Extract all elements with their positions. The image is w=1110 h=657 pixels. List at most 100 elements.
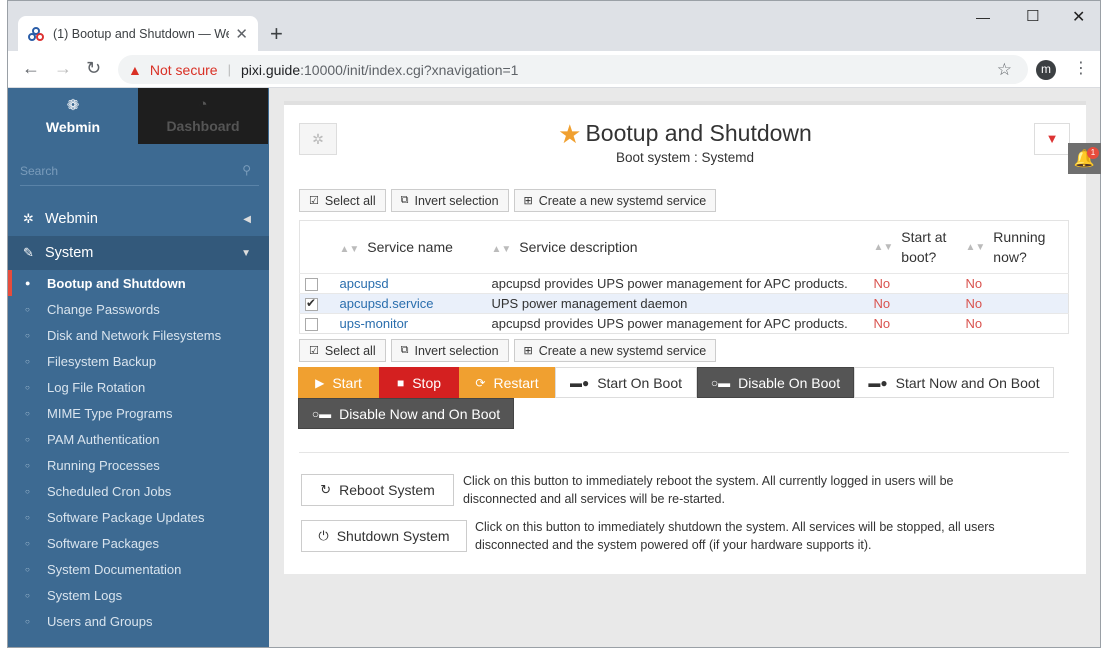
sidebar-item-scheduled-cron-jobs[interactable]: ○ Scheduled Cron Jobs (8, 478, 269, 504)
sidebar-item-software-packages[interactable]: ○ Software Packages (8, 530, 269, 556)
create-service-button[interactable]: ⊞ Create a new systemd service (513, 189, 717, 212)
sidebar-tab-webmin[interactable]: ❁ Webmin (8, 88, 138, 144)
bullet-icon: ○ (25, 356, 30, 366)
sidebar-item-label: Filesystem Backup (47, 353, 157, 369)
bullet-icon: ○ (25, 408, 30, 418)
url-host: pixi.guide (240, 61, 301, 78)
back-icon[interactable]: ← (22, 58, 40, 79)
sort-icon: ▲▼ (339, 244, 360, 255)
sidebar-item-users-and-groups[interactable]: ○ Users and Groups (8, 608, 269, 634)
forward-icon[interactable]: → (54, 58, 72, 79)
plus-square-icon: ⊞ (523, 195, 533, 207)
sidebar-item-system-logs[interactable]: ○ System Logs (8, 582, 269, 608)
start-now-and-on-boot-button[interactable]: ▬● Start Now and On Boot (854, 367, 1054, 398)
filter-button[interactable]: ▼ (1034, 123, 1070, 155)
create-service-button[interactable]: ⊞ Create a new systemd service (513, 339, 717, 362)
select-all-button[interactable]: ☑ Select all (299, 339, 386, 362)
sidebar-item-label: Change Passwords (47, 301, 160, 317)
minimize-icon[interactable]: — (976, 9, 990, 25)
tab-close-icon[interactable]: ✕ (235, 25, 248, 43)
running-now-cell: No (965, 273, 1069, 294)
sidebar-category-webmin[interactable]: ✲ Webmin ◀ (8, 202, 269, 236)
invert-selection-button[interactable]: ⧉ Invert selection (390, 339, 509, 362)
bullet-icon: ○ (25, 434, 30, 444)
bullet-icon: ○ (25, 512, 30, 522)
sidebar-item-label: PAM Authentication (47, 431, 160, 447)
header-running-now[interactable]: ▲▼ Running now? (966, 221, 1069, 274)
main-content: ✲ ★ Bootup and Shutdown Boot system : Sys… (269, 88, 1100, 647)
divider (299, 452, 1069, 453)
row-checkbox[interactable] (305, 318, 318, 332)
bullet-icon: ○ (25, 590, 30, 600)
header-service-description[interactable]: ▲▼ Service description (492, 221, 874, 274)
sidebar-item-pam-authentication[interactable]: ○ PAM Authentication (8, 426, 269, 452)
sidebar-item-change-passwords[interactable]: ○ Change Passwords (8, 296, 269, 322)
sidebar-item-disk-and-network-filesystems[interactable]: ○ Disk and Network Filesystems (8, 322, 269, 348)
search-icon[interactable]: ⚲ (242, 163, 251, 177)
sidebar-item-running-processes[interactable]: ○ Running Processes (8, 452, 269, 478)
stop-button[interactable]: ■ Stop (379, 367, 459, 398)
sidebar-item-log-file-rotation[interactable]: ○ Log File Rotation (8, 374, 269, 400)
notifications-button[interactable]: 🔔 1 (1068, 143, 1101, 174)
maximize-icon[interactable]: ☐ (1026, 7, 1039, 25)
new-tab-icon[interactable]: + (270, 21, 283, 47)
sidebar-item-mime-type-programs[interactable]: ○ MIME Type Programs (8, 400, 269, 426)
sidebar-item-label: Log File Rotation (47, 379, 146, 395)
service-description-cell: UPS power management daemon (491, 293, 874, 314)
table-header-row: ▲▼ Service name ▲▼ Service description ▲▼ S… (300, 221, 1069, 274)
sidebar-item-filesystem-backup[interactable]: ○ Filesystem Backup (8, 348, 269, 374)
sidebar-item-software-package-updates[interactable]: ○ Software Package Updates (8, 504, 269, 530)
sidebar-search-input[interactable] (20, 160, 220, 178)
sidebar-item-label: Bootup and Shutdown (47, 275, 186, 291)
sidebar-item-label: Disk and Network Filesystems (47, 327, 222, 343)
tab-title: (1) Bootup and Shutdown — Webmin (53, 26, 229, 41)
disable-now-and-on-boot-button[interactable]: ○▬ Disable Now and On Boot (298, 398, 514, 429)
profile-avatar[interactable]: m (1036, 60, 1056, 80)
disable-on-boot-button[interactable]: ○▬ Disable On Boot (697, 367, 854, 398)
row-checkbox[interactable] (305, 278, 318, 292)
service-name-link[interactable]: apcupsd (340, 276, 389, 291)
sidebar-item-label: MIME Type Programs (47, 405, 173, 421)
restart-button[interactable]: ⟳ Restart (459, 367, 555, 398)
start-now-and-on-boot-label: Start Now and On Boot (895, 374, 1040, 391)
window-close-icon[interactable]: ✕ (1072, 7, 1085, 27)
sidebar-item-system-documentation[interactable]: ○ System Documentation (8, 556, 269, 582)
browser-window: (1) Bootup and Shutdown — Webmin ✕ + — ☐… (7, 0, 1101, 648)
header-start-at-boot[interactable]: ▲▼ Start at boot? (874, 221, 966, 274)
bookmark-star-icon[interactable]: ☆ (997, 60, 1012, 80)
reload-icon[interactable]: ↻ (86, 58, 101, 79)
sidebar-tab-dashboard[interactable]: ◔ Dashboard (138, 88, 268, 144)
sidebar-category-system[interactable]: ✎ System ▼ (8, 236, 269, 270)
favorite-star-icon[interactable]: ★ (558, 119, 581, 149)
start-button[interactable]: ▶ Start (298, 367, 379, 398)
browser-tab[interactable]: (1) Bootup and Shutdown — Webmin ✕ (18, 16, 258, 51)
start-on-boot-button[interactable]: ▬● Start On Boot (555, 367, 697, 398)
header-service-name[interactable]: ▲▼ Service name (340, 221, 492, 274)
sidebar-item-bootup-and-shutdown[interactable]: ● Bootup and Shutdown (8, 270, 269, 296)
invert-selection-button[interactable]: ⧉ Invert selection (390, 189, 509, 212)
sidebar-item-label: System Documentation (47, 561, 182, 577)
service-name-link[interactable]: ups-monitor (340, 316, 409, 331)
select-all-button[interactable]: ☑ Select all (299, 189, 386, 212)
shutdown-system-button[interactable]: ⏻ Shutdown System (301, 520, 467, 552)
header-label: Service description (519, 239, 638, 255)
service-name-link[interactable]: apcupsd.service (340, 296, 434, 311)
table-row[interactable]: apcupsd.service UPS power management dae… (299, 293, 1069, 314)
bullet-icon: ○ (25, 382, 30, 392)
sidebar: ❁ Webmin ◔ Dashboard ⚲ ✲ Webmin ◀ ✎ Syst… (8, 88, 269, 647)
running-now-cell: No (965, 313, 1069, 334)
invert-selection-label: Invert selection (414, 343, 499, 358)
row-checkbox[interactable] (305, 296, 318, 312)
header-label: Start at boot? (901, 229, 947, 265)
select-all-label: Select all (324, 343, 376, 358)
table-row[interactable]: apcupsd apcupsd provides UPS power manag… (299, 273, 1069, 294)
bullet-icon: ○ (25, 330, 30, 340)
browser-menu-icon[interactable]: ⋮ (1073, 58, 1089, 78)
service-description-cell: apcupsd provides UPS power management fo… (491, 273, 874, 294)
table-row[interactable]: ups-monitor apcupsd provides UPS power m… (299, 313, 1069, 334)
address-bar[interactable]: ▲ Not secure | pixi.guide:10000/init/ind… (118, 55, 1028, 84)
sidebar-item-label: Running Processes (47, 457, 160, 473)
invert-icon: ⧉ (400, 194, 409, 206)
reboot-system-button[interactable]: ↻ Reboot System (301, 474, 454, 506)
start-label: Start (332, 374, 362, 391)
